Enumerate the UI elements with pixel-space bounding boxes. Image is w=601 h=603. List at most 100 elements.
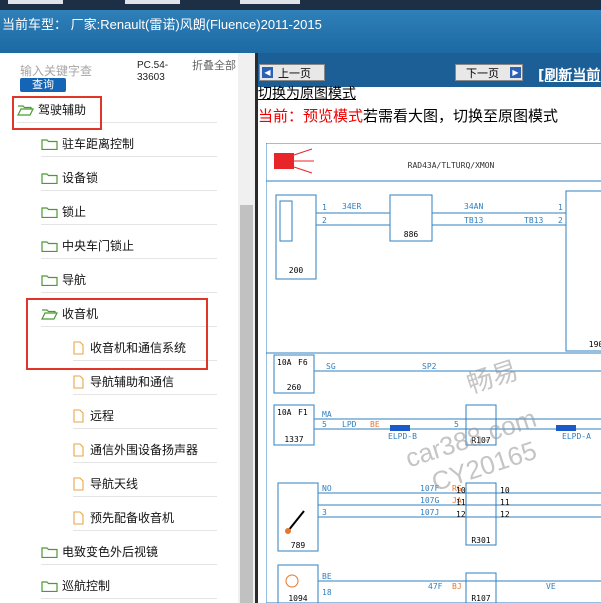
fuse-id: F6 — [298, 358, 308, 367]
scrollbar-thumb[interactable] — [240, 205, 253, 603]
pin-number: 3 — [322, 508, 327, 517]
tree-page-item[interactable]: 预先配备收音机 — [73, 505, 217, 531]
pin-number: 2 — [558, 216, 563, 225]
viewer-panel: ◀ 上一页 下一页 ▶ [刷新当前 切换为原图模式 当前：预览模式若需看大图，切… — [258, 53, 601, 603]
tree-item-label: 锁止 — [62, 205, 87, 219]
tree-folder-item[interactable]: 导航 — [41, 267, 217, 293]
mode-label: 当前： — [258, 107, 304, 125]
wire-label: 107J — [420, 508, 439, 517]
component-label: 260 — [287, 383, 302, 392]
folder-icon — [41, 138, 58, 150]
wire-label: BE — [322, 572, 332, 581]
folder-icon — [41, 172, 58, 184]
wire-label: BE — [370, 420, 380, 429]
fuse-rating: 10A — [277, 358, 292, 367]
wire-label: ELPD-A — [562, 432, 591, 441]
tree-item-label: 电致变色外后视镜 — [62, 545, 159, 559]
relay-label: R301 — [471, 536, 490, 545]
document-icon — [73, 374, 84, 389]
tree-item-label: 设备锁 — [62, 171, 99, 185]
collapse-all-button[interactable]: 折叠全部 — [192, 60, 242, 72]
search-input[interactable] — [20, 63, 104, 79]
fuse-id: F1 — [298, 408, 308, 417]
wire-label: 34AN — [464, 202, 483, 211]
relay-label: R107 — [471, 594, 490, 603]
arrow-right-icon: ▶ — [510, 67, 521, 78]
tree-page-item[interactable]: 通信外围设备扬声器 — [73, 437, 217, 463]
component-label: 789 — [291, 541, 306, 550]
pin-number: 11 — [456, 498, 466, 507]
wiring-diagram[interactable]: RAD43A/TLTURQ/XMON 200 886 190 260 1337 … — [266, 143, 601, 603]
folder-icon — [41, 240, 58, 252]
arrow-left-icon: ◀ — [262, 67, 273, 78]
next-page-button[interactable]: 下一页 ▶ — [455, 64, 523, 81]
mode-hint: 若需看大图，切换至原图模式 — [363, 107, 559, 125]
component-label: 190 — [589, 340, 601, 349]
prev-page-button[interactable]: ◀ 上一页 — [259, 64, 325, 81]
tree-item-label: 驻车距离控制 — [62, 137, 135, 151]
highlight-box — [12, 96, 102, 130]
viewer-nav-bar: ◀ 上一页 下一页 ▶ [刷新当前 — [258, 53, 601, 87]
tree-item-label: 导航 — [62, 273, 87, 287]
tree-folder-item[interactable]: 驻车距离控制 — [41, 131, 217, 157]
tree-item-label: 远程 — [90, 409, 115, 423]
tree-item-label: 中央车门锁止 — [62, 239, 135, 253]
wire-label: VE — [546, 582, 556, 591]
diagram-title: RAD43A/TLTURQ/XMON — [408, 161, 495, 170]
wire-label: SG — [326, 362, 336, 371]
tree-item-label: 导航辅助和通信 — [90, 375, 175, 389]
fuse-rating: 10A — [277, 408, 292, 417]
wire-label: SP2 — [422, 362, 437, 371]
mode-value: 预览模式 — [303, 107, 364, 125]
document-icon — [73, 408, 84, 423]
app-header: 当前车型： 厂家:Renault(雷诺)风朗(Fluence)2011-2015 — [0, 10, 601, 53]
tree-page-item[interactable]: 导航辅助和通信 — [73, 369, 217, 395]
tree-folder-item[interactable]: 中央车门锁止 — [41, 233, 217, 259]
tree-folder-item[interactable]: 电致变色外后视镜 — [41, 539, 217, 565]
folder-icon — [41, 206, 58, 218]
window-tab[interactable] — [8, 0, 63, 4]
sidebar-scrollbar[interactable] — [238, 53, 255, 603]
tree-folder-item[interactable]: 锁止 — [41, 199, 217, 225]
folder-icon — [41, 274, 58, 286]
top-window-strip — [0, 0, 601, 10]
tree-folder-item[interactable]: 巡航控制 — [41, 573, 217, 599]
document-icon — [73, 510, 84, 525]
wire-label: 34ER — [342, 202, 361, 211]
window-tab[interactable] — [125, 0, 180, 4]
tree-item-label: 预先配备收音机 — [90, 511, 175, 525]
pin-number: 1 — [558, 203, 563, 212]
component-label: 886 — [404, 230, 419, 239]
refresh-current-link[interactable]: [刷新当前 — [538, 65, 600, 85]
tree-item-label: 巡航控制 — [62, 579, 111, 593]
wire-label: TB13 — [464, 216, 483, 225]
wire-label: BJ — [452, 582, 462, 591]
current-vehicle-text: 当前车型： 厂家:Renault(雷诺)风朗(Fluence)2011-2015 — [2, 17, 322, 32]
component-label: 200 — [289, 266, 304, 275]
wire-label: 18 — [322, 588, 332, 597]
pin-number: 12 — [456, 510, 466, 519]
tree-folder-item[interactable]: 设备锁 — [41, 165, 217, 191]
tree-page-item[interactable]: 远程 — [73, 403, 217, 429]
prev-page-label: 上一页 — [278, 67, 311, 80]
left-panel: 查询 PC.54-33603 折叠全部 驾驶辅助驻车距离控制设备锁锁止中央车门锁… — [0, 53, 256, 603]
component-label: 1337 — [284, 435, 303, 444]
component-label: 1094 — [288, 594, 307, 603]
pin-number: 1 — [322, 203, 327, 212]
pin-number: 5 — [322, 420, 327, 429]
window-tab[interactable] — [240, 0, 300, 4]
query-button[interactable]: 查询 — [20, 78, 66, 92]
mode-status: 当前：预览模式若需看大图，切换至原图模式 — [258, 105, 558, 126]
tree-item-label: 通信外围设备扬声器 — [90, 443, 199, 457]
pin-number: 2 — [322, 216, 327, 225]
pin-number: 10 — [500, 486, 510, 495]
wire-label: MA — [322, 410, 332, 419]
wire-label: TB13 — [524, 216, 543, 225]
document-code: PC.54-33603 — [137, 60, 169, 83]
switch-original-mode-link[interactable]: 切换为原图模式 — [258, 87, 356, 101]
pin-number: 12 — [500, 510, 510, 519]
document-icon — [73, 476, 84, 491]
wire-label: ELPD-B — [388, 432, 417, 441]
highlight-box — [26, 298, 208, 370]
tree-page-item[interactable]: 导航天线 — [73, 471, 217, 497]
